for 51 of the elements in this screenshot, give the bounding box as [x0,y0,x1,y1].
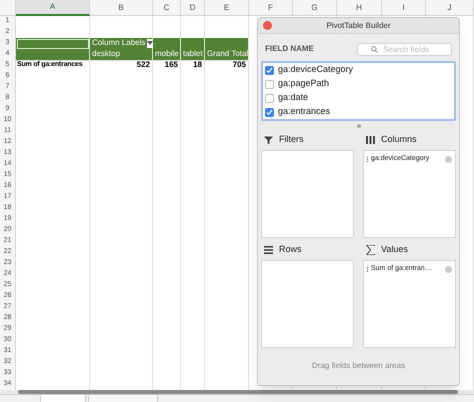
close-button[interactable] [263,21,272,30]
field-label[interactable]: ga:deviceCategory [278,63,354,77]
sigma-icon [366,245,375,255]
column-header[interactable]: I [382,0,426,16]
pivot-header-cell[interactable] [153,38,181,50]
selected-cell[interactable] [16,38,90,50]
area-label: Filters [279,133,304,146]
field-label[interactable]: ga:entrances [278,105,330,119]
field-name-label: FIELD NAME [265,43,314,55]
column-header[interactable]: B [90,0,153,16]
pivot-header-cell[interactable] [16,49,90,60]
column-header[interactable]: F [249,0,293,16]
columns-icon [366,136,375,144]
pivot-column-header: desktop [90,49,153,60]
column-header[interactable]: D [181,0,205,16]
column-header[interactable]: G [293,0,337,16]
column-header[interactable]: E [205,0,249,16]
resize-handle[interactable] [356,124,360,128]
filter-dropdown-button[interactable] [147,38,154,48]
pivot-header-cell[interactable]: Column Labels [90,38,153,50]
filter-icon [264,136,273,144]
field-label[interactable]: ga:pagePath [278,77,330,91]
pivot-header-cell[interactable] [181,38,205,50]
hint-text: Drag fields between areas [312,360,405,372]
rows-icon [264,246,273,254]
pivot-column-header: tablet [181,49,205,60]
column-header[interactable]: H [337,0,382,16]
column-header[interactable]: A [16,0,90,16]
checkbox[interactable] [265,94,274,102]
column-header[interactable]: C [153,0,181,16]
info-icon[interactable] [445,266,452,273]
drop-area[interactable] [261,150,354,238]
info-icon[interactable] [445,156,452,163]
area-label: Values [381,243,408,256]
select-all-corner[interactable] [0,0,16,16]
area-label: Rows [279,243,302,256]
scrollbar-thumb[interactable] [18,390,458,394]
window-title: PivotTable Builder [326,20,391,32]
sheet-tab[interactable] [40,395,86,402]
search-field[interactable]: Search fields [357,42,452,56]
column-header[interactable]: J [426,0,474,16]
pivot-column-header: mobile [153,49,181,60]
area-label: Columns [381,133,417,146]
pivot-header-cell[interactable] [205,38,249,50]
sheet-tab[interactable] [88,395,158,402]
pivot-header-label: Column Labels [92,38,146,48]
checkbox[interactable] [265,80,274,88]
field-label[interactable]: ga:date [278,91,308,105]
search-icon [371,46,378,52]
drop-area[interactable] [261,260,354,348]
pivot-column-header: Grand Total [205,49,249,60]
